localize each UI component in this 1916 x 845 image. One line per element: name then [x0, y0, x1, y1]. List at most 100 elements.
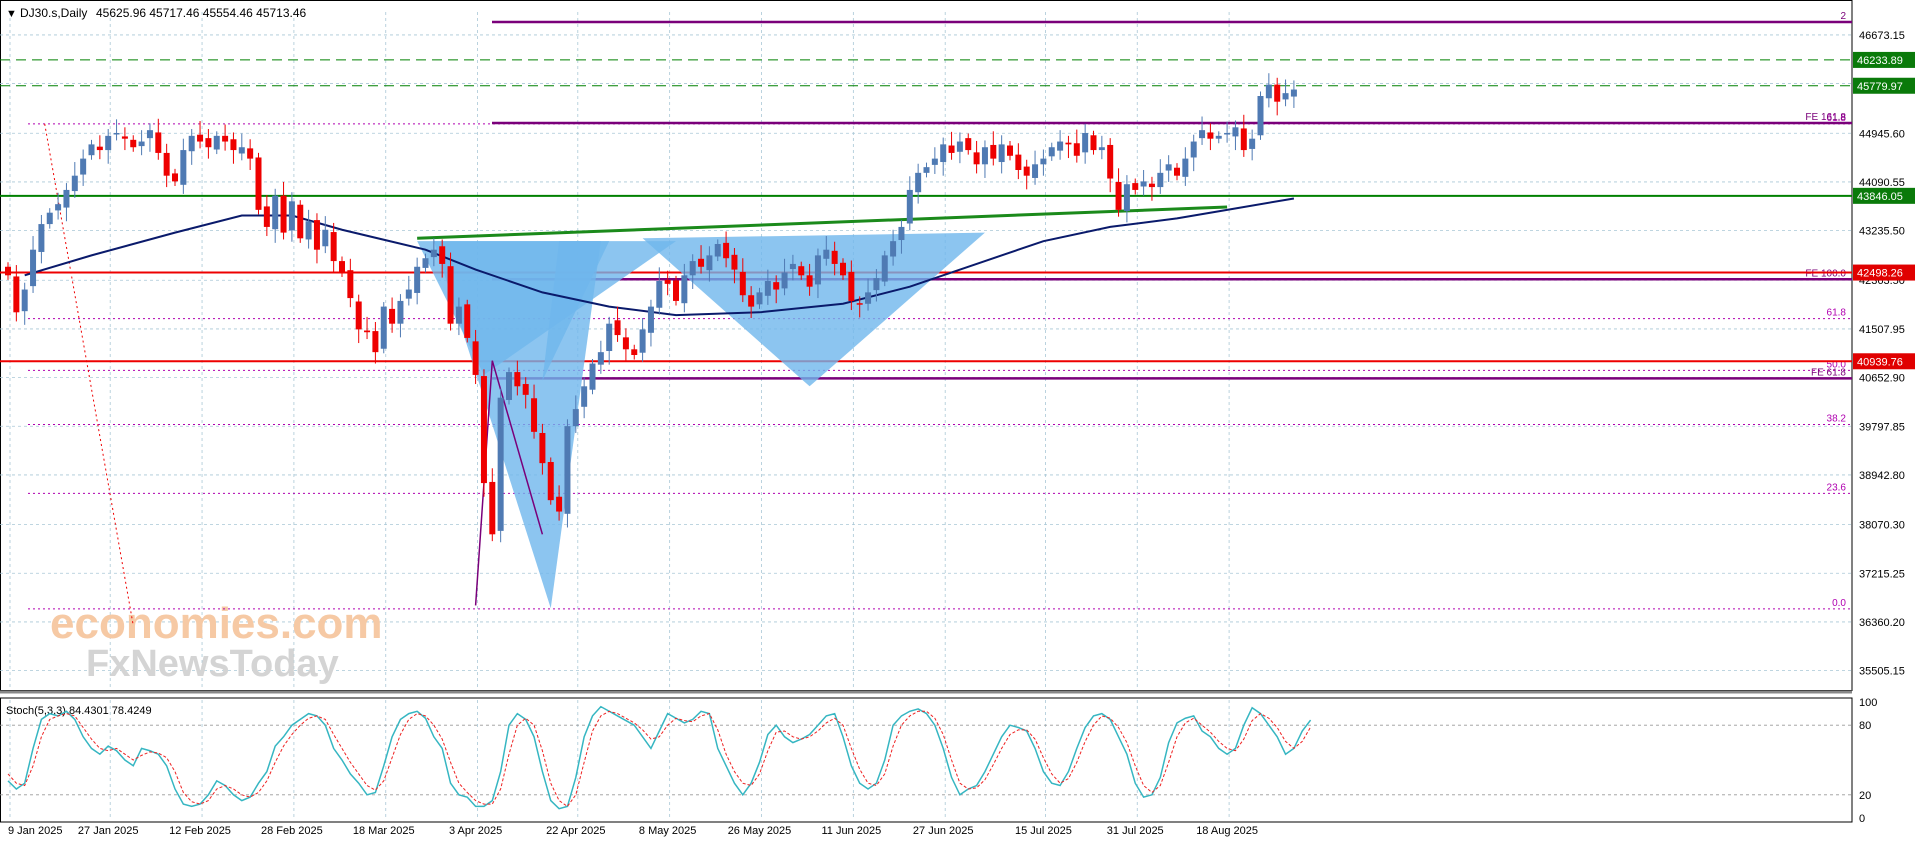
- fe-level-label: FE 61.8: [1811, 367, 1846, 378]
- candle-body: [1065, 142, 1072, 145]
- stoch-panel-frame: [0, 697, 1853, 823]
- fib-level-label: 23.6: [1827, 482, 1847, 493]
- candle-body: [1040, 158, 1047, 165]
- candle-body: [981, 147, 988, 165]
- x-tick-label: 27 Jun 2025: [913, 825, 974, 837]
- candle-body: [1090, 135, 1097, 151]
- stoch-d-line: [7, 710, 1312, 808]
- candle-body: [1174, 167, 1180, 176]
- y-tick-label: 43235.50: [1859, 226, 1905, 238]
- candle-body: [1023, 166, 1030, 176]
- y-tick-label: 46673.15: [1859, 30, 1905, 42]
- stochastic-panel: 100 80 20 0 Stoch(5,3,3) 84.4301 78.4249: [0, 697, 1877, 825]
- candle-body: [188, 135, 195, 152]
- y-tick-label: 41507.95: [1859, 324, 1905, 336]
- x-tick-label: 15 Jul 2025: [1015, 825, 1072, 837]
- candle-body: [681, 275, 688, 304]
- candle-body: [121, 136, 128, 139]
- candle-body: [222, 135, 229, 142]
- candle-body: [71, 175, 78, 192]
- candle-body: [572, 409, 579, 427]
- candle-body: [1082, 133, 1089, 153]
- x-tick-label: 3 Apr 2025: [449, 825, 502, 837]
- x-tick-label: 31 Jul 2025: [1107, 825, 1164, 837]
- candle-body: [973, 152, 980, 165]
- neckline: [417, 205, 1228, 240]
- candle-body: [714, 244, 721, 257]
- price-tag-label: 46233.89: [1857, 55, 1903, 67]
- candle-body: [814, 255, 821, 285]
- candle-body: [756, 292, 763, 305]
- candle-body: [1257, 96, 1264, 136]
- candle-body: [497, 397, 504, 531]
- x-tick-label: 12 Feb 2025: [169, 825, 231, 837]
- watermark-line1: economies.com: [50, 599, 383, 648]
- candle-body: [472, 341, 479, 375]
- candle-body: [831, 250, 838, 264]
- candle-body: [639, 329, 646, 353]
- candle-body: [155, 132, 162, 153]
- y-tick-label: 38942.80: [1859, 470, 1905, 482]
- candle-body: [998, 144, 1005, 163]
- candle-body: [1032, 164, 1039, 178]
- y-tick-label: 40652.90: [1859, 373, 1905, 385]
- candle-body: [272, 195, 279, 230]
- candle-body: [464, 304, 471, 338]
- candle-body: [597, 352, 604, 365]
- candle-body: [1240, 128, 1247, 151]
- candle-body: [1282, 93, 1289, 100]
- candle-body: [1073, 143, 1080, 156]
- header-arrow-icon[interactable]: ▼: [6, 8, 17, 20]
- candle-body: [1157, 172, 1164, 188]
- candle-body: [422, 258, 429, 268]
- candle-body: [180, 150, 187, 185]
- watermark: economies.com FxNewsToday: [50, 599, 383, 685]
- candle-body: [255, 157, 262, 210]
- y-tick-label: 44945.60: [1859, 128, 1905, 140]
- candle-body: [564, 426, 571, 514]
- y-tick-label: 37215.25: [1859, 568, 1905, 580]
- symbol-label: DJ30.s,Daily: [20, 6, 87, 20]
- candle-body: [80, 158, 87, 175]
- candle-body: [789, 263, 796, 270]
- candle-body: [297, 204, 304, 239]
- candle-body: [1140, 181, 1147, 187]
- candle-body: [840, 262, 846, 276]
- candle-body: [347, 270, 354, 299]
- price-tag-label: 40939.76: [1857, 356, 1903, 368]
- candle-body: [447, 266, 454, 324]
- candle-body: [956, 141, 963, 152]
- candle-body: [506, 372, 512, 400]
- candle-body: [739, 271, 746, 296]
- candle-body: [339, 261, 345, 273]
- price-chart: economies.com FxNewsToday 61.861.850.038…: [0, 0, 1915, 837]
- candle-body: [1232, 127, 1239, 137]
- x-tick-label: 28 Feb 2025: [261, 825, 323, 837]
- candle-body: [673, 280, 679, 301]
- candle-body: [547, 462, 554, 501]
- candle-body: [823, 249, 830, 259]
- fe-level-label: 2: [1840, 11, 1846, 22]
- candle-body: [1057, 141, 1064, 151]
- candle-body: [364, 330, 371, 333]
- candle-body: [581, 386, 588, 407]
- candle-body: [130, 139, 137, 148]
- candle-body: [873, 278, 880, 291]
- candle-body: [781, 272, 788, 289]
- y-tick-label: 35505.15: [1859, 666, 1905, 678]
- x-tick-label: 8 May 2025: [639, 825, 696, 837]
- candle-body: [898, 226, 905, 241]
- candle-body: [664, 279, 671, 284]
- candle-body: [105, 135, 112, 151]
- candle-body: [689, 261, 696, 276]
- y-tick-label: 38070.30: [1859, 520, 1905, 532]
- level-lines: 61.861.850.038.223.60.02FE 161.8FE 100.0…: [0, 11, 1852, 626]
- candle-body: [606, 323, 613, 352]
- fe-level-label: FE 161.8: [1805, 112, 1846, 123]
- candle-body: [1207, 132, 1214, 139]
- candle-body: [230, 139, 237, 151]
- candle-body: [1007, 145, 1013, 156]
- candle-body: [414, 266, 421, 293]
- x-tick-label: 26 May 2025: [728, 825, 792, 837]
- candle-body: [1182, 158, 1189, 177]
